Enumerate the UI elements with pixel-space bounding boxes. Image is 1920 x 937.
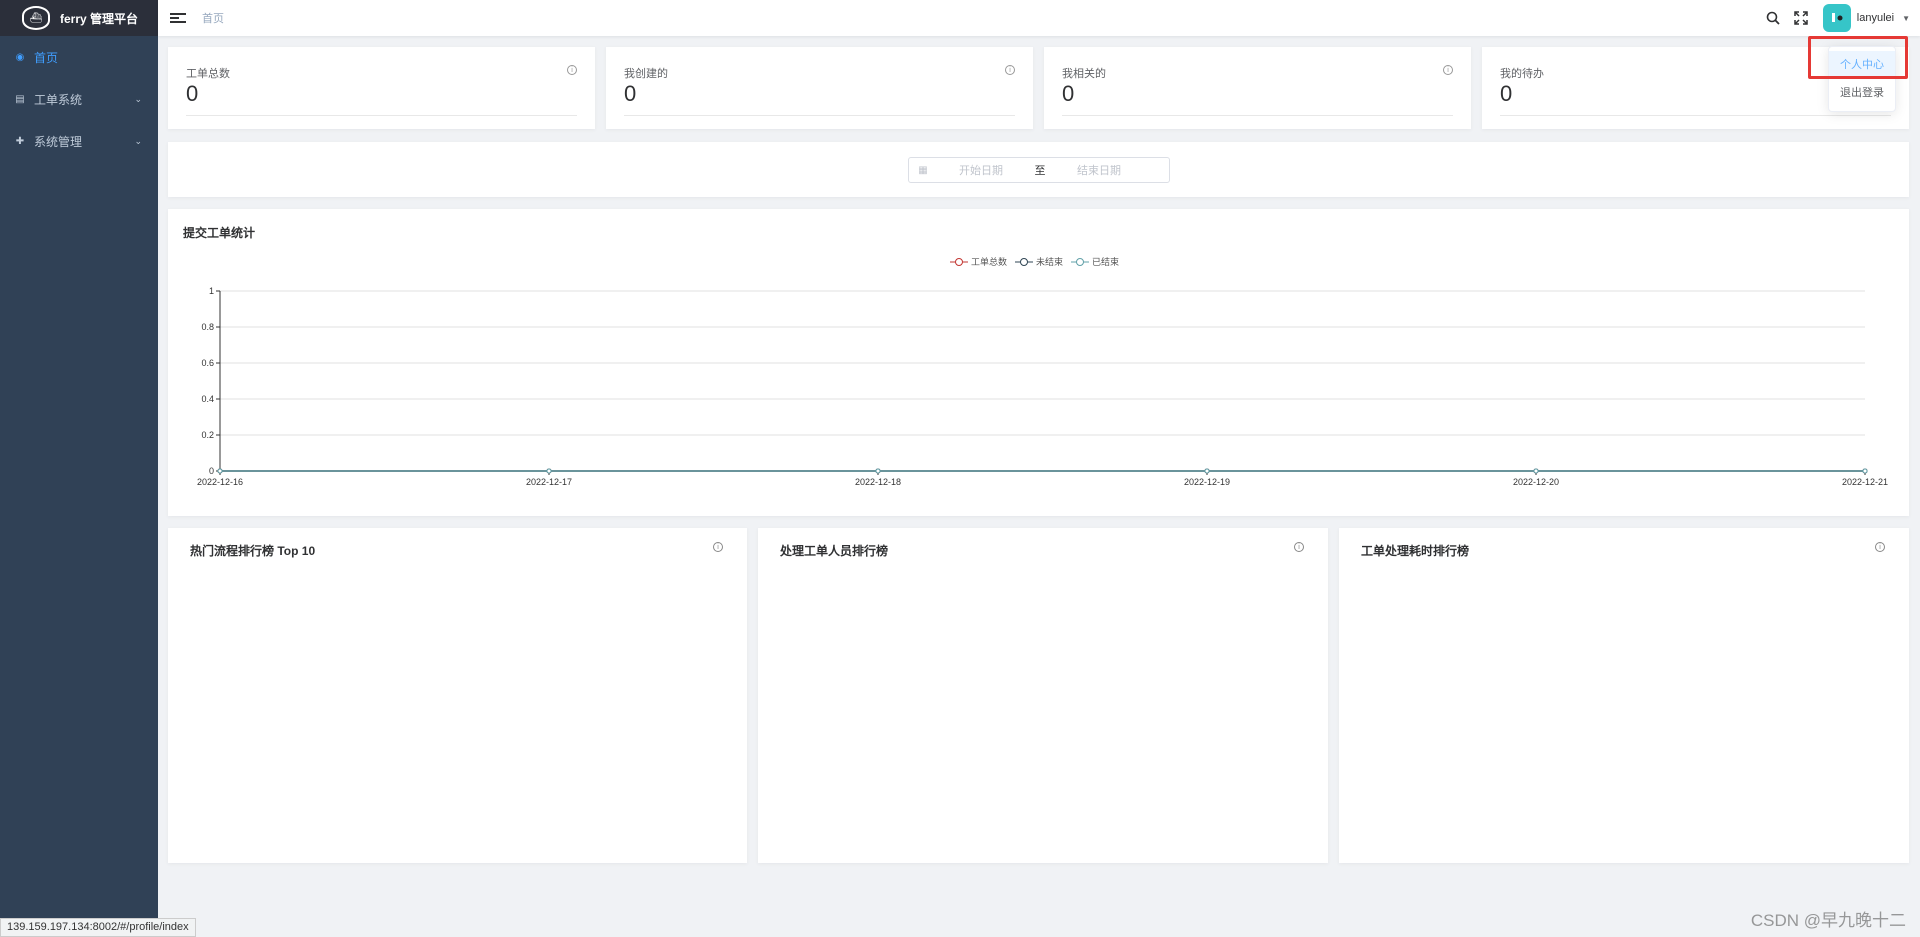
x-tick-label: 2022-12-16 [197,477,243,487]
legend-label: 已结束 [1092,257,1120,267]
info-icon[interactable]: i [713,542,723,552]
search-icon[interactable] [1759,0,1787,36]
chevron-down-icon: ⌄ [134,93,142,104]
settings-icon: ✚ [15,135,25,147]
y-tick-label: 0.2 [201,430,214,440]
ranking-card-handlers: 处理工单人员排行榜 i [758,528,1328,863]
y-tick-label: 0.6 [201,358,214,368]
sidebar-item-label: 首页 [34,50,59,65]
ranking-title: 热门流程排行榜 Top 10 [190,544,316,558]
ranking-title: 工单处理耗时排行榜 [1361,544,1470,558]
y-tick-label: 1 [209,286,214,296]
avatar[interactable] [1822,4,1851,32]
stat-value: 0 [186,81,199,106]
stat-label: 我相关的 [1062,68,1106,80]
profile-menu-item[interactable]: 个人中心 [1829,51,1895,79]
breadcrumb[interactable]: 首页 [202,10,224,26]
calendar-icon: ▦ [918,164,928,176]
caret-down-icon[interactable]: ▼ [1902,14,1910,23]
y-tick-label: 0.4 [201,394,214,404]
dashboard-icon: ◉ [15,51,25,63]
sidebar-item-tickets[interactable]: ▤ 工单系统 ⌄ [0,78,158,120]
legend-label: 工单总数 [971,257,1008,267]
data-point [1204,468,1210,474]
info-icon[interactable]: i [1443,65,1453,75]
ferry-logo-icon: ⛴ [22,6,50,30]
end-date-input[interactable]: 结束日期 [1055,162,1143,178]
y-tick-label: 0.8 [201,322,214,332]
stat-value: 0 [1500,81,1513,106]
data-point [546,468,552,474]
data-point [1862,468,1868,474]
sidebar-item-home[interactable]: ◉ 首页 [0,36,158,78]
info-icon[interactable]: i [1875,542,1885,552]
info-icon[interactable]: i [1005,65,1015,75]
data-point [1533,468,1539,474]
chart-legend: 工单总数 未结束 已结束 [950,255,1119,268]
divider [1062,115,1453,116]
fullscreen-icon[interactable] [1787,0,1815,36]
ranking-title: 处理工单人员排行榜 [780,544,889,558]
sidebar: ⛴ ferry 管理平台 ◉ 首页 ▤ 工单系统 ⌄ ✚ 系统管理 ⌄ [0,0,158,937]
logo[interactable]: ⛴ ferry 管理平台 [0,0,158,36]
logout-menu-item[interactable]: 退出登录 [1829,79,1895,107]
legend-item[interactable]: 未结束 [1015,255,1063,268]
ranking-card-flows: 热门流程排行榜 Top 10 i [168,528,747,863]
stat-label: 我的待办 [1500,68,1544,80]
hamburger-menu-icon[interactable] [170,10,186,26]
status-url: 139.159.197.134:8002/#/profile/index [0,918,196,937]
x-tick-label: 2022-12-21 [1842,477,1888,487]
sidebar-item-system[interactable]: ✚ 系统管理 ⌄ [0,120,158,162]
watermark: CSDN @早九晚十二 [1750,911,1906,930]
info-icon[interactable]: i [1294,542,1304,552]
x-tick-label: 2022-12-20 [1513,477,1559,487]
legend-item[interactable]: 工单总数 [950,255,1007,268]
stat-card-total: 工单总数 i 0 [168,47,595,129]
data-point [217,468,223,474]
app-title: ferry 管理平台 [60,11,139,26]
sidebar-item-label: 工单系统 [34,92,83,107]
divider [186,115,577,116]
y-tick-label: 0 [209,466,214,476]
divider [624,115,1015,116]
data-point [875,468,881,474]
line-chart: 0 0.2 0.4 0.6 0.8 1 2022-12-16 2022-12-17 2022-1… [197,286,1888,487]
x-tick-label: 2022-12-19 [1184,477,1230,487]
username[interactable]: lanyulei [1857,12,1894,24]
x-tick-label: 2022-12-18 [855,477,901,487]
sidebar-menu: ◉ 首页 ▤ 工单系统 ⌄ ✚ 系统管理 ⌄ [0,36,158,162]
stat-card-created: 我创建的 i 0 [606,47,1033,129]
navbar-right: lanyulei ▼ [1759,0,1910,36]
navbar: 首页 lanyulei ▼ [158,0,1920,36]
date-range-picker[interactable]: ▦ 开始日期 至 结束日期 [908,157,1170,183]
info-icon[interactable]: i [567,65,577,75]
legend-label: 未结束 [1036,257,1064,267]
stat-label: 工单总数 [186,68,230,80]
stat-value: 0 [624,81,637,106]
divider [1500,115,1891,116]
stat-label: 我创建的 [624,68,668,80]
date-separator: 至 [1034,165,1046,177]
user-dropdown: 个人中心 退出登录 [1828,46,1896,112]
stat-card-related: 我相关的 i 0 [1044,47,1471,129]
stat-value: 0 [1062,81,1075,106]
legend-item[interactable]: 已结束 [1071,255,1119,268]
sidebar-item-label: 系统管理 [34,134,83,149]
chevron-down-icon: ⌄ [134,135,142,146]
ranking-card-duration: 工单处理耗时排行榜 i [1339,528,1909,863]
ticket-icon: ▤ [15,93,25,105]
chart-title: 提交工单统计 [183,226,256,240]
start-date-input[interactable]: 开始日期 [937,162,1025,178]
x-tick-label: 2022-12-17 [526,477,572,487]
